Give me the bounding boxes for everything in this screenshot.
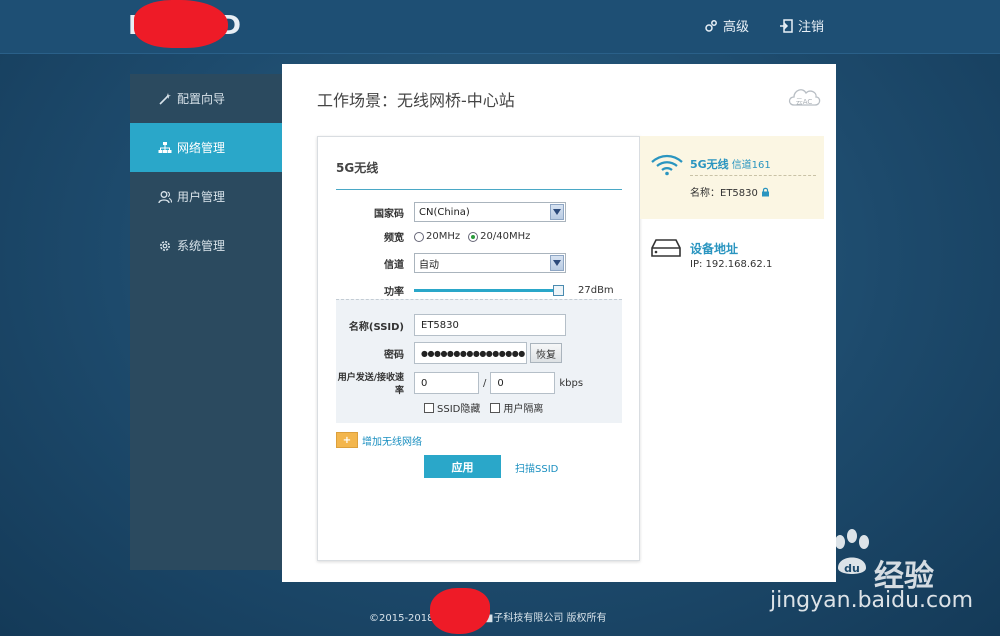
power-slider-fill: [414, 288, 553, 292]
sidebar-item-label: 系统管理: [177, 239, 226, 253]
user-isolation-checkbox[interactable]: 用户隔离: [490, 400, 543, 415]
device-address-title: 设备地址: [690, 242, 739, 256]
scan-ssid-link[interactable]: 扫描SSID: [515, 460, 558, 475]
card-divider: [336, 189, 622, 190]
country-row: 国家码 CN(China): [318, 202, 639, 222]
power-label: 功率: [384, 287, 404, 298]
bandwidth-label: 频宽: [384, 233, 404, 244]
power-row: 功率 27dBm: [318, 283, 639, 298]
ssid-row: 名称(SSID) ET5830: [336, 314, 622, 336]
sidebar-item-system[interactable]: 系统管理: [130, 221, 282, 270]
sidebar-item-users[interactable]: 用户管理: [130, 172, 282, 221]
hide-ssid-checkbox[interactable]: SSID隐藏: [424, 400, 480, 415]
magic-wand-icon: [159, 92, 171, 105]
page-title: 工作场景：无线网桥-中心站: [317, 91, 515, 110]
options-row: SSID隐藏 用户隔离: [336, 400, 622, 415]
device-address-panel: 设备地址 IP: 192.168.62.1: [640, 229, 824, 279]
top-bar: I■■■D 高级 注销: [0, 0, 1000, 54]
password-row: 密码 ●●●●●●●●●●●●●●●● 恢复: [336, 342, 622, 364]
password-input[interactable]: ●●●●●●●●●●●●●●●●: [414, 342, 527, 364]
rate-label: 用户发送/接收速率: [337, 373, 404, 396]
bandwidth-option-label: 20/40MHz: [480, 231, 531, 242]
hide-ssid-label: SSID隐藏: [437, 404, 481, 415]
wifi-icon: [651, 154, 683, 176]
country-select[interactable]: CN(China): [414, 202, 566, 222]
device-icon: [651, 239, 681, 257]
wireless-name: 名称：ET5830: [690, 184, 770, 199]
advanced-link[interactable]: 高级: [704, 16, 749, 35]
add-wireless-label[interactable]: 增加无线网络: [362, 433, 422, 448]
power-slider-thumb[interactable]: [553, 284, 564, 296]
ssid-settings-box: 名称(SSID) ET5830 密码 ●●●●●●●●●●●●●●●● 恢复 用…: [336, 299, 622, 423]
wireless-status-title: 5G无线 信道161: [690, 156, 771, 172]
channel-label: 信道: [384, 259, 404, 271]
rate-separator: /: [483, 377, 487, 389]
sidebar-item-label: 配置向导: [177, 92, 226, 106]
rate-row: 用户发送/接收速率 0 / 0 kbps: [336, 370, 622, 396]
lock-icon: [761, 187, 769, 196]
ssid-input[interactable]: ET5830: [414, 314, 566, 336]
wireless-channel: 信道161: [731, 160, 771, 171]
radio-off-icon: [414, 231, 424, 242]
power-value: 27dBm: [578, 285, 614, 296]
sidebar-item-network[interactable]: 网络管理: [130, 123, 286, 172]
logout-icon: [780, 18, 793, 33]
status-divider: [690, 175, 816, 176]
channel-row: 信道 自动: [318, 253, 639, 273]
radio-on-icon: [468, 231, 479, 242]
plus-icon[interactable]: +: [336, 432, 358, 448]
sidebar-item-label: 网络管理: [177, 141, 226, 155]
sidebar-item-label: 用户管理: [177, 190, 226, 204]
chevron-down-icon: [550, 255, 564, 271]
recv-rate-input[interactable]: 0: [490, 372, 556, 394]
logout-label: 注销: [798, 20, 825, 35]
country-value: CN(China): [419, 206, 470, 218]
gear-icon: [160, 240, 170, 251]
logout-link[interactable]: 注销: [779, 16, 824, 35]
bandwidth-row: 频宽 20MHz 20/40MHz: [318, 229, 639, 244]
footer-redaction: [430, 588, 490, 634]
baidu-paw-icon: du: [835, 529, 869, 575]
cloud-ac-icon[interactable]: 云AC: [786, 83, 822, 109]
wireless-status-panel: 5G无线 信道161 名称：ET5830: [640, 136, 824, 219]
send-rate-input[interactable]: 0: [414, 372, 479, 394]
wireless-band: 5G无线: [690, 158, 729, 171]
restore-button[interactable]: 恢复: [530, 343, 562, 363]
bandwidth-20mhz-radio[interactable]: 20MHz: [414, 231, 460, 242]
ssid-label: 名称(SSID): [348, 321, 404, 333]
channel-select[interactable]: 自动: [414, 253, 566, 273]
card-title: 5G无线: [336, 161, 379, 175]
rate-unit: kbps: [559, 377, 584, 389]
device-ip: IP: 192.168.62.1: [690, 259, 773, 270]
sidebar-item-wizard[interactable]: 配置向导: [130, 74, 282, 123]
channel-value: 自动: [419, 259, 439, 271]
wireless-name-text: 名称：ET5830: [690, 188, 758, 199]
watermark-url: jingyan.baidu.com: [770, 588, 974, 613]
cloud-ac-label: 云AC: [796, 98, 813, 106]
bandwidth-radio-group: 20MHz 20/40MHz: [414, 231, 530, 242]
checkbox-icon: [424, 402, 434, 413]
advanced-label: 高级: [723, 20, 750, 35]
user-isolation-label: 用户隔离: [503, 404, 544, 415]
sidebar: 配置向导 网络管理 用户管理 系统管理: [130, 74, 286, 570]
users-icon: [158, 190, 172, 203]
logo-redaction: [134, 0, 228, 48]
network-icon: [158, 141, 172, 153]
chevron-down-icon: [550, 204, 564, 220]
checkbox-icon: [490, 402, 501, 413]
main-panel: 工作场景：无线网桥-中心站 云AC 5G无线 国家码 CN(China) 频宽 …: [282, 64, 836, 582]
power-slider[interactable]: [414, 284, 564, 297]
baidu-paw-letters: du: [844, 562, 860, 575]
bandwidth-20-40mhz-radio[interactable]: 20/40MHz: [468, 231, 530, 242]
settings-key-icon: [705, 19, 717, 32]
add-wireless-network[interactable]: + 增加无线网络: [336, 432, 422, 448]
password-label: 密码: [384, 349, 404, 361]
wireless-config-card: 5G无线 国家码 CN(China) 频宽 20MHz 20/40MHz 信道 …: [317, 136, 640, 561]
country-label: 国家码: [374, 208, 404, 220]
baidu-watermark: du Bai 经验 jingyan.baidu.com: [762, 528, 992, 628]
watermark-brand: Bai: [762, 548, 821, 587]
apply-button[interactable]: 应用: [424, 455, 501, 478]
bandwidth-option-label: 20MHz: [426, 231, 461, 242]
